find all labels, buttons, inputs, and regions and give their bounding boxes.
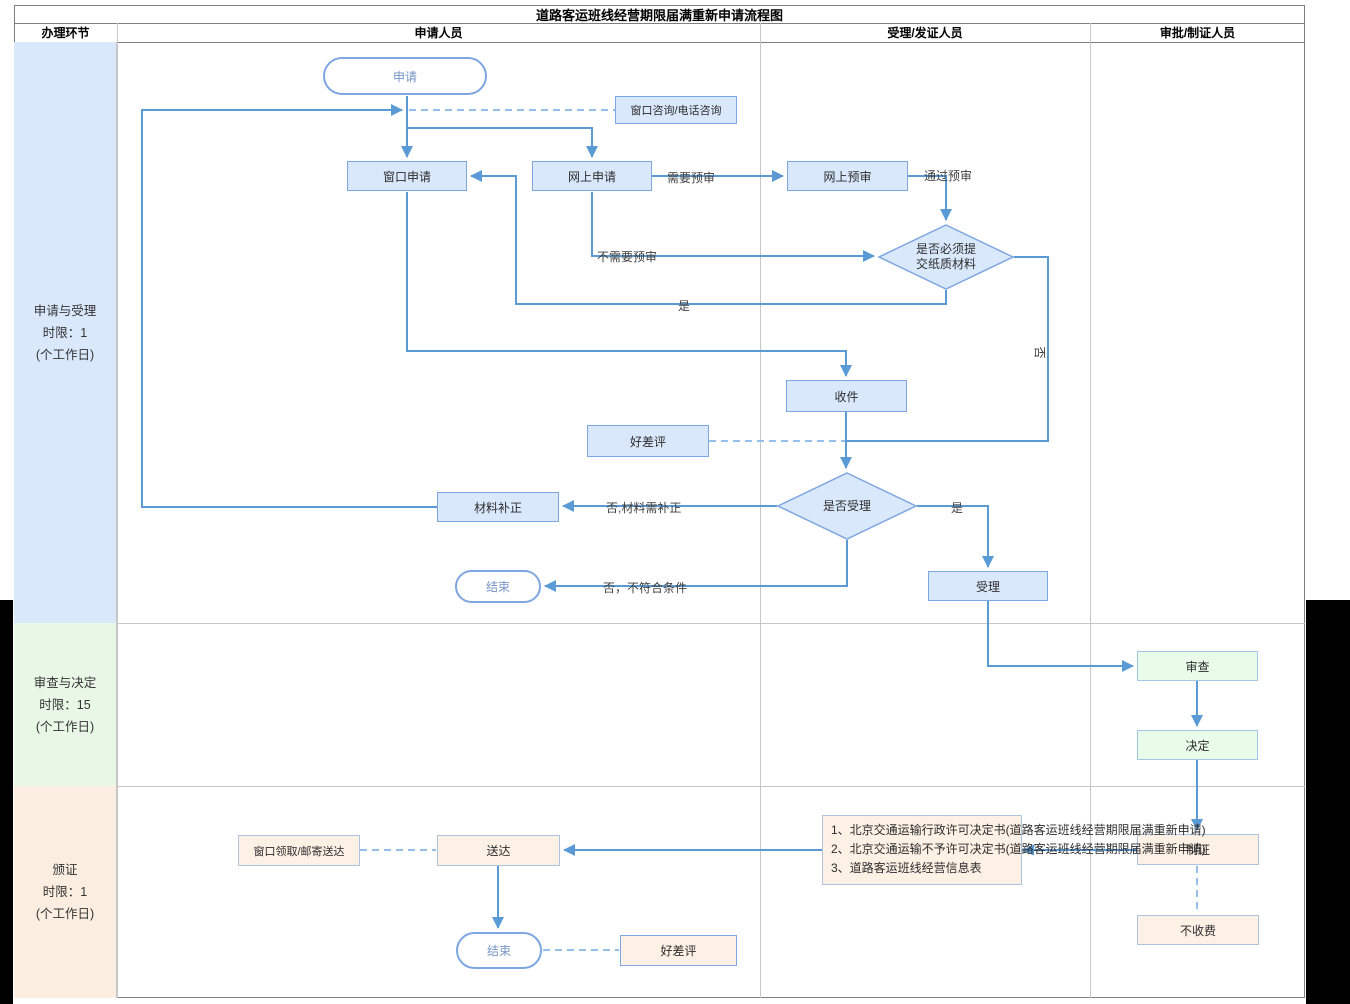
- edge-paperq-yes-to-windowapply: [470, 170, 947, 305]
- node-online-apply: 网上申请: [532, 161, 652, 191]
- edge-label-yes-paper: 是: [678, 299, 691, 313]
- node-decide: 决定: [1137, 730, 1258, 760]
- edge-acceptq-to-end: [544, 540, 848, 592]
- node-rating-top: 好差评: [587, 425, 709, 457]
- node-deliver: 送达: [437, 835, 560, 866]
- edge-label-no-fix: 否,材料需补正: [606, 501, 682, 515]
- edge-label-need-preview: 需要预审: [667, 171, 716, 185]
- edge-label-pass-preview: 通过预审: [924, 169, 973, 183]
- decision-label: 是否必须提交纸质材料: [915, 242, 976, 271]
- edge-label-no-preview: 不需要预审: [597, 250, 658, 264]
- flowchart-page: 道路客运班线经营期限届满重新申请流程图 办理环节 申请人员 受理/发证人员 审批…: [0, 0, 1350, 1004]
- note-line-1: 1、北京交通运输行政许可决定书(道路客运班线经营期限届满重新申请): [831, 823, 1206, 837]
- node-material-fix: 材料补正: [437, 492, 559, 522]
- note-line-3: 3、道路客运班线经营信息表: [831, 861, 982, 875]
- edge-windowapply-to-receive: [406, 192, 852, 377]
- node-rating-bottom: 好差评: [620, 935, 737, 966]
- node-examine: 审查: [1137, 651, 1258, 681]
- edge-label-no-reject: 否，不符合条件: [603, 581, 688, 595]
- decision-label: 是否受理: [822, 498, 871, 513]
- node-end-top: 结束: [455, 570, 541, 603]
- node-pickup: 窗口领取/邮寄送达: [238, 835, 360, 866]
- decision-documents-note: 1、北京交通运输行政许可决定书(道路客运班线经营期限届满重新申请) 2、北京交通…: [822, 815, 1206, 885]
- node-receive: 收件: [786, 380, 907, 412]
- node-accept-decision: 是否受理: [777, 472, 917, 540]
- edge-label-yes-accept: 是: [951, 501, 964, 515]
- node-online-preview: 网上预审: [787, 161, 908, 191]
- node-accept: 受理: [928, 571, 1048, 601]
- edge-onlineapply-to-paperq: [591, 192, 875, 262]
- note-line-2: 2、北京交通运输不予许可决定书(道路客运班线经营期限届满重新申请): [831, 842, 1206, 856]
- edge-label-no-paper: 否: [1032, 346, 1047, 359]
- node-consult: 窗口咨询/电话咨询: [615, 96, 737, 124]
- node-no-fee: 不收费: [1137, 915, 1259, 945]
- node-window-apply: 窗口申请: [347, 161, 467, 191]
- node-paper-required-decision: 是否必须提交纸质材料: [878, 224, 1014, 290]
- node-end-bottom: 结束: [456, 932, 542, 969]
- edge-accept-to-examine: [987, 601, 1134, 672]
- edge-start-to-onlineapply: [407, 127, 598, 158]
- node-start: 申请: [323, 57, 487, 95]
